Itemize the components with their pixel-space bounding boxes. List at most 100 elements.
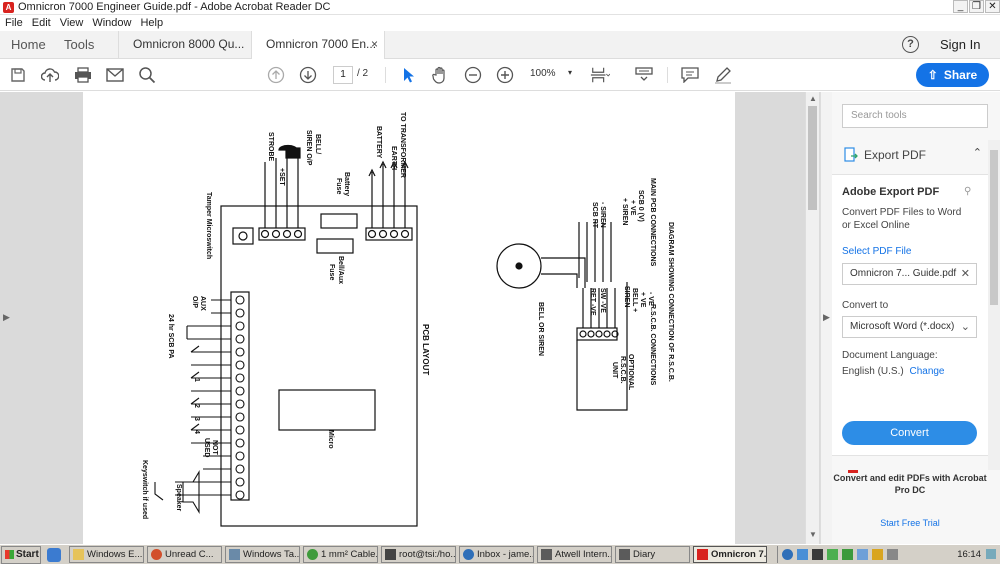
show-desktop-icon[interactable] [986, 549, 996, 559]
label-rscb: R.S.C.B. [619, 356, 626, 384]
thunderbird-icon [463, 549, 474, 560]
tray-app-icon[interactable] [842, 549, 853, 560]
document-viewport[interactable]: ▶ TO TRANSFORMER EARTH BATTERY STROBE +S… [0, 92, 820, 544]
highlight-pen-icon[interactable] [713, 65, 733, 85]
close-tab-icon[interactable]: × [371, 31, 378, 58]
taskbar-item[interactable]: 1 mm² Cable... [303, 546, 378, 563]
comment-icon[interactable] [680, 65, 700, 85]
ie-quicklaunch-icon[interactable] [47, 547, 61, 562]
upload-cloud-icon[interactable] [40, 65, 60, 85]
taskbar-item-active[interactable]: Omnicron 7... [693, 546, 767, 563]
volume-icon[interactable] [887, 549, 898, 560]
label-bell-or-siren: BELL OR SIREN [537, 302, 544, 356]
close-window-button[interactable]: ✕ [985, 0, 1000, 13]
taskbar-item-label: Omnicron 7... [711, 549, 767, 560]
tray-app-icon[interactable] [857, 549, 868, 560]
chrome-icon [307, 549, 318, 560]
menu-edit[interactable]: Edit [32, 17, 51, 29]
taskbar-item[interactable]: Windows E... [69, 546, 144, 563]
menu-file[interactable]: File [5, 17, 23, 29]
label-optional: OPTIONAL [627, 354, 634, 391]
sign-in-link[interactable]: Sign In [940, 31, 980, 58]
taskbar-item[interactable]: root@tsi:/ho... [381, 546, 456, 563]
select-pdf-link[interactable]: Select PDF File [842, 246, 911, 257]
collapse-right-pane-icon[interactable]: ▶ [823, 312, 830, 323]
label-rscb-connections: R.S.C.B. CONNECTIONS [649, 304, 656, 386]
chevron-up-icon[interactable]: ⌃ [973, 146, 982, 159]
minimize-button[interactable]: _ [953, 0, 968, 13]
menu-window[interactable]: Window [92, 17, 131, 29]
previous-page-icon[interactable] [266, 65, 286, 85]
find-text-icon[interactable] [137, 65, 157, 85]
taskbar-item[interactable]: Unread C... [147, 546, 222, 563]
tools-pane-scrollbar[interactable] [988, 140, 1000, 470]
taskbar-item-label: Unread C... [165, 549, 214, 560]
page-display-icon[interactable] [590, 65, 610, 85]
restore-button[interactable]: ❐ [969, 0, 984, 13]
page-total: / 2 [357, 68, 369, 79]
label-siren-op: SIREN O/P [305, 130, 312, 166]
document-scrollbar[interactable]: ▲ ▼ [805, 92, 819, 544]
label-zone-4: 4 [193, 430, 200, 434]
scroll-down-icon[interactable]: ▼ [809, 530, 817, 539]
keyboard-scroll-icon[interactable] [634, 65, 654, 85]
scrollbar-thumb[interactable] [808, 106, 817, 210]
tray-app-icon[interactable] [872, 549, 883, 560]
taskbar-item[interactable]: Windows Ta... [225, 546, 300, 563]
tab-label: Omnicron 8000 Qu... [133, 37, 245, 51]
menu-view[interactable]: View [60, 17, 84, 29]
label-r-plusve: + VE [639, 292, 646, 308]
left-pane-toggle[interactable]: ▶ [0, 92, 14, 544]
start-label: Start [16, 549, 39, 560]
save-icon[interactable] [8, 65, 28, 85]
export-pdf-description: Convert PDF Files to Word or Excel Onlin… [842, 207, 962, 231]
zoom-out-icon[interactable] [463, 65, 483, 85]
convert-button[interactable]: Convert [842, 421, 977, 445]
tray-app-icon[interactable] [827, 549, 838, 560]
label-bellaux-fuse: Bell/Aux [337, 256, 344, 284]
label-micro: Micro [327, 430, 334, 449]
menu-help[interactable]: Help [140, 17, 163, 29]
expand-left-pane-icon[interactable]: ▶ [3, 312, 10, 323]
acrobat-icon [697, 549, 708, 560]
hand-tool-icon[interactable] [430, 65, 450, 85]
email-icon[interactable] [105, 65, 125, 85]
taskbar-item[interactable]: Atwell Intern... [537, 546, 612, 563]
scrollbar-thumb[interactable] [990, 150, 998, 305]
label-tamper: Tamper Microswitch [205, 192, 212, 259]
label-plussiren: + SIREN [621, 198, 628, 225]
tray-app-icon[interactable] [812, 549, 823, 560]
info-icon[interactable]: ⚲ [964, 186, 971, 197]
scroll-up-icon[interactable]: ▲ [809, 94, 817, 103]
convert-to-select[interactable]: Microsoft Word (*.docx) ⌄ [842, 316, 977, 338]
tray-app-icon[interactable] [797, 549, 808, 560]
tab-document-omnicron-7000[interactable]: Omnicron 7000 En... × [251, 31, 385, 60]
title-bar: A Omnicron 7000 Engineer Guide.pdf - Ado… [0, 0, 1000, 15]
tab-tools[interactable]: Tools [64, 31, 94, 58]
zoom-level-dropdown[interactable]: 100% ▾ [530, 68, 576, 79]
help-icon[interactable]: ? [902, 36, 919, 53]
tab-document-omnicron-8000[interactable]: Omnicron 8000 Qu... [118, 31, 252, 59]
share-button[interactable]: ⇧ Share [916, 63, 989, 87]
right-pane-toggle[interactable]: ▶ [820, 92, 832, 544]
zoom-in-icon[interactable] [495, 65, 515, 85]
network-icon[interactable] [782, 549, 793, 560]
export-pdf-header[interactable]: Export PDF ⌃ [842, 144, 988, 166]
selected-file-field[interactable]: Omnicron 7... Guide.pdf ✕ [842, 263, 977, 285]
tab-home[interactable]: Home [0, 31, 46, 58]
change-language-link[interactable]: Change [909, 366, 944, 377]
page-number-input[interactable]: 1 [333, 66, 353, 84]
start-free-trial-link[interactable]: Start Free Trial [832, 518, 988, 528]
search-tools-input[interactable]: Search tools [842, 104, 988, 128]
label-r-siren: SIREN - [623, 286, 630, 312]
taskbar-item[interactable]: Inbox - jame... [459, 546, 534, 563]
select-cursor-icon[interactable] [398, 65, 418, 85]
pcb-outline [220, 205, 418, 527]
next-page-icon[interactable] [298, 65, 318, 85]
pdf-page[interactable]: TO TRANSFORMER EARTH BATTERY STROBE +SET… [83, 92, 735, 544]
wiring-diagram: TO TRANSFORMER EARTH BATTERY STROBE +SET… [141, 112, 674, 527]
print-icon[interactable] [73, 65, 93, 85]
start-button[interactable]: Start [1, 545, 41, 564]
clear-file-icon[interactable]: ✕ [961, 264, 970, 284]
taskbar-item[interactable]: Diary [615, 546, 690, 563]
